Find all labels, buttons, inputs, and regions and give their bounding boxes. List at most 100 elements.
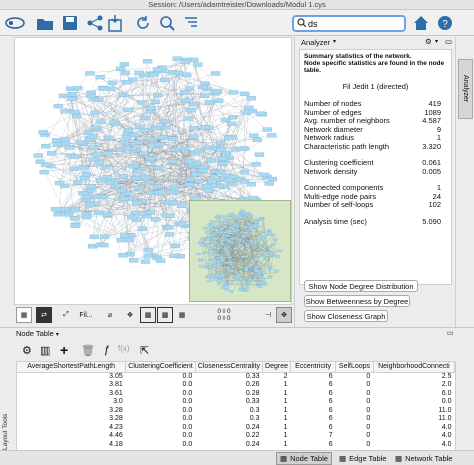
column-header[interactable]: NeighborhoodConnecti xyxy=(373,362,454,372)
network-node[interactable] xyxy=(216,219,220,221)
network-node[interactable] xyxy=(226,235,230,237)
table-cell[interactable]: 0.0 xyxy=(373,398,454,407)
table-cell[interactable]: 0.0 xyxy=(126,407,195,416)
table-cell[interactable]: 0 xyxy=(336,432,374,441)
help-icon[interactable]: ? xyxy=(434,12,456,34)
network-node[interactable] xyxy=(243,283,247,285)
table-cell[interactable]: 3.05 xyxy=(17,372,126,381)
network-node[interactable] xyxy=(262,272,266,274)
network-node[interactable] xyxy=(177,204,186,208)
network-node[interactable] xyxy=(249,134,258,138)
network-node[interactable] xyxy=(206,239,210,241)
network-node[interactable] xyxy=(204,188,213,192)
network-node[interactable] xyxy=(268,266,272,268)
network-node[interactable] xyxy=(127,215,136,219)
table-cell[interactable]: 0.0 xyxy=(126,372,195,381)
network-node[interactable] xyxy=(144,254,153,258)
network-node[interactable] xyxy=(258,275,262,277)
network-node[interactable] xyxy=(248,279,252,281)
network-node[interactable] xyxy=(96,120,105,124)
network-node[interactable] xyxy=(201,238,205,240)
table-cell[interactable]: 4.0 xyxy=(373,424,454,433)
network-node[interactable] xyxy=(51,207,60,211)
network-node[interactable] xyxy=(229,222,233,224)
link-icon[interactable]: ⌀ xyxy=(102,307,118,323)
network-node[interactable] xyxy=(182,73,191,77)
network-node[interactable] xyxy=(249,263,253,265)
network-node[interactable] xyxy=(61,142,70,146)
network-node[interactable] xyxy=(140,116,149,120)
network-node[interactable] xyxy=(209,228,213,230)
column-header[interactable]: AverageShortestPathLength xyxy=(17,362,126,372)
network-node[interactable] xyxy=(160,78,169,82)
table-cell[interactable]: 0 xyxy=(336,398,374,407)
network-filter-label[interactable]: Fil... xyxy=(76,307,96,323)
network-node[interactable] xyxy=(230,238,234,240)
network-node[interactable] xyxy=(85,71,94,75)
function-icon[interactable]: ƒ xyxy=(104,344,110,356)
network-node[interactable] xyxy=(268,269,272,271)
network-node[interactable] xyxy=(266,233,270,235)
network-node[interactable] xyxy=(84,131,93,135)
network-node[interactable] xyxy=(260,173,269,177)
network-node[interactable] xyxy=(70,216,79,220)
table-cell[interactable]: 0.0 xyxy=(126,424,195,433)
network-node[interactable] xyxy=(76,141,85,145)
network-node[interactable] xyxy=(255,265,259,267)
network-node[interactable] xyxy=(201,244,205,246)
network-node[interactable] xyxy=(258,235,262,237)
network-node[interactable] xyxy=(154,166,163,170)
network-node[interactable] xyxy=(104,136,113,140)
network-node[interactable] xyxy=(227,122,236,126)
network-node[interactable] xyxy=(174,71,183,75)
network-node[interactable] xyxy=(70,110,79,114)
network-node[interactable] xyxy=(153,185,162,189)
network-node[interactable] xyxy=(123,146,132,150)
network-node[interactable] xyxy=(122,135,131,139)
network-node[interactable] xyxy=(244,232,248,234)
network-node[interactable] xyxy=(220,228,224,230)
network-node[interactable] xyxy=(209,226,213,228)
network-node[interactable] xyxy=(263,245,267,247)
network-node[interactable] xyxy=(212,247,216,249)
table-cell[interactable]: 0 xyxy=(336,407,374,416)
network-node[interactable] xyxy=(197,253,201,255)
network-node[interactable] xyxy=(180,147,189,151)
network-node[interactable] xyxy=(253,278,257,280)
network-node[interactable] xyxy=(168,159,177,163)
network-node[interactable] xyxy=(247,182,256,186)
network-node[interactable] xyxy=(209,266,213,268)
network-node[interactable] xyxy=(120,234,129,238)
network-node[interactable] xyxy=(240,92,249,96)
function-builder-icon[interactable]: f(x) xyxy=(118,344,130,353)
table-cell[interactable]: 6 xyxy=(291,424,336,433)
network-node[interactable] xyxy=(256,218,260,220)
network-node[interactable] xyxy=(103,213,112,217)
network-node[interactable] xyxy=(146,210,155,214)
table-cell[interactable]: 6.0 xyxy=(373,390,454,399)
network-node[interactable] xyxy=(221,216,225,218)
table-row[interactable]: 3.280.00.316011.0 xyxy=(17,415,455,424)
network-node[interactable] xyxy=(255,153,264,157)
network-node[interactable] xyxy=(205,231,209,233)
network-node[interactable] xyxy=(229,90,238,94)
network-node[interactable] xyxy=(202,252,206,254)
network-node[interactable] xyxy=(268,246,272,248)
network-node[interactable] xyxy=(244,269,248,271)
network-node[interactable] xyxy=(228,231,232,233)
open-icon[interactable] xyxy=(34,12,56,34)
network-icon[interactable] xyxy=(84,12,106,34)
network-overview-minimap[interactable] xyxy=(189,200,291,302)
table-cell[interactable]: 0 xyxy=(336,415,374,424)
table-cell[interactable]: 0.26 xyxy=(195,381,262,390)
network-node[interactable] xyxy=(184,116,193,120)
add-icon[interactable]: + xyxy=(60,342,68,358)
table-cell[interactable]: 6 xyxy=(291,407,336,416)
network-node[interactable] xyxy=(276,256,280,258)
network-node[interactable] xyxy=(189,135,198,139)
network-node[interactable] xyxy=(261,279,265,281)
network-node[interactable] xyxy=(199,260,203,262)
column-header[interactable]: ClosenessCentrality xyxy=(195,362,262,372)
network-node[interactable] xyxy=(78,191,87,195)
network-node[interactable] xyxy=(198,242,202,244)
